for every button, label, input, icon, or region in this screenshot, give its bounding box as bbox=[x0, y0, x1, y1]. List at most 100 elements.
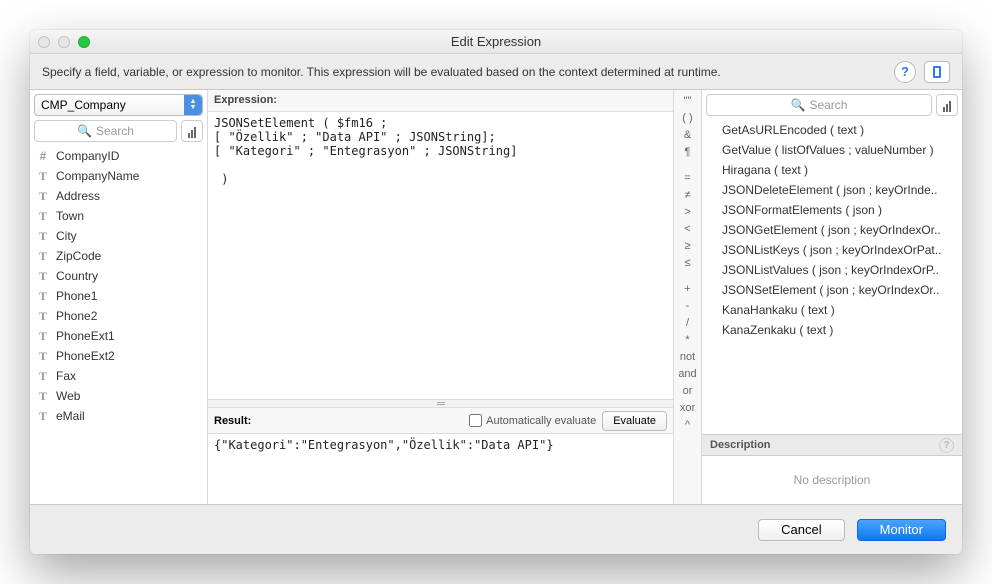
functions-list[interactable]: GetAsURLEncoded ( text )GetValue ( listO… bbox=[702, 120, 962, 434]
text-type-icon: T bbox=[36, 229, 50, 244]
help-button[interactable]: ? bbox=[894, 61, 916, 83]
text-type-icon: T bbox=[36, 249, 50, 264]
operator-button[interactable]: and bbox=[678, 367, 696, 381]
field-name: City bbox=[56, 229, 77, 243]
field-item[interactable]: TCompanyName bbox=[30, 166, 207, 186]
field-name: PhoneExt1 bbox=[56, 329, 115, 343]
operator-button[interactable]: ≤ bbox=[684, 256, 690, 270]
operator-button[interactable]: > bbox=[684, 205, 690, 219]
expression-textarea[interactable]: JSONSetElement ( $fm16 ; [ "Özellik" ; "… bbox=[208, 112, 673, 399]
field-name: Country bbox=[56, 269, 98, 283]
field-item[interactable]: TFax bbox=[30, 366, 207, 386]
text-type-icon: T bbox=[36, 349, 50, 364]
field-item[interactable]: T PhoneExt2 bbox=[30, 346, 207, 366]
fields-sort-button[interactable] bbox=[181, 120, 203, 142]
cancel-button[interactable]: Cancel bbox=[758, 519, 844, 541]
auto-evaluate-input[interactable] bbox=[469, 414, 482, 427]
description-help-icon[interactable]: ? bbox=[939, 438, 954, 453]
description-header: Description ? bbox=[702, 434, 962, 456]
function-item[interactable]: JSONGetElement ( json ; keyOrIndexOr.. bbox=[702, 220, 962, 240]
text-type-icon: T bbox=[36, 269, 50, 284]
search-icon: 🔍 bbox=[77, 124, 92, 138]
field-item[interactable]: TWeb bbox=[30, 386, 207, 406]
field-name: CompanyID bbox=[56, 149, 119, 163]
operator-button[interactable]: not bbox=[680, 350, 695, 364]
function-item[interactable]: JSONListKeys ( json ; keyOrIndexOrPat.. bbox=[702, 240, 962, 260]
field-item[interactable]: T PhoneExt1 bbox=[30, 326, 207, 346]
text-type-icon: T bbox=[36, 329, 50, 344]
result-header: Result: Automatically evaluate Evaluate bbox=[208, 408, 673, 434]
expression-label: Expression: bbox=[208, 90, 673, 112]
function-item[interactable]: KanaHankaku ( text ) bbox=[702, 300, 962, 320]
auto-evaluate-checkbox[interactable]: Automatically evaluate bbox=[469, 414, 596, 427]
fields-panel: CMP_Company ▲▼ 🔍 Search #CompanyIDTCompa… bbox=[30, 90, 208, 504]
field-name: Fax bbox=[56, 369, 76, 383]
operator-button[interactable]: - bbox=[686, 299, 690, 313]
operator-button[interactable]: & bbox=[684, 128, 691, 142]
operator-button[interactable]: ≥ bbox=[684, 239, 690, 253]
description-label: Description bbox=[710, 439, 771, 451]
function-item[interactable]: KanaZenkaku ( text ) bbox=[702, 320, 962, 340]
table-select[interactable]: CMP_Company ▲▼ bbox=[34, 94, 203, 116]
operator-button[interactable]: ≠ bbox=[684, 188, 690, 202]
field-name: ZipCode bbox=[56, 249, 101, 263]
operator-button[interactable]: / bbox=[686, 316, 689, 330]
function-item[interactable]: GetValue ( listOfValues ; valueNumber ) bbox=[702, 140, 962, 160]
field-item[interactable]: T ZipCode bbox=[30, 246, 207, 266]
field-item[interactable]: # CompanyID bbox=[30, 146, 207, 166]
result-label: Result: bbox=[214, 415, 251, 427]
function-item[interactable]: JSONListValues ( json ; keyOrIndexOrP.. bbox=[702, 260, 962, 280]
evaluate-button[interactable]: Evaluate bbox=[602, 411, 667, 431]
fields-search-input[interactable]: 🔍 Search bbox=[34, 120, 177, 142]
text-type-icon: T bbox=[36, 309, 50, 324]
operator-button[interactable]: ^ bbox=[685, 418, 690, 432]
toggle-panel-button[interactable] bbox=[924, 61, 950, 83]
operator-button[interactable]: ( ) bbox=[682, 111, 692, 125]
function-item[interactable]: Hiragana ( text ) bbox=[702, 160, 962, 180]
operator-button[interactable]: < bbox=[684, 222, 690, 236]
field-item[interactable]: T Address bbox=[30, 186, 207, 206]
text-type-icon: T bbox=[36, 289, 50, 304]
titlebar: Edit Expression bbox=[30, 30, 962, 54]
monitor-button[interactable]: Monitor bbox=[857, 519, 946, 541]
operator-button[interactable]: + bbox=[684, 282, 690, 296]
field-name: Phone1 bbox=[56, 289, 97, 303]
function-item[interactable]: JSONFormatElements ( json ) bbox=[702, 200, 962, 220]
field-name: Web bbox=[56, 389, 80, 403]
field-item[interactable]: TeMail bbox=[30, 406, 207, 426]
operator-button[interactable]: ¶ bbox=[685, 145, 691, 159]
functions-search-input[interactable]: 🔍 Search bbox=[706, 94, 932, 116]
fields-list[interactable]: #CompanyIDTCompanyNameTAddressTTownTCity… bbox=[30, 146, 207, 504]
text-type-icon: T bbox=[36, 409, 50, 424]
description-body: No description bbox=[702, 456, 962, 504]
operator-button[interactable]: "" bbox=[684, 94, 692, 108]
field-name: CompanyName bbox=[56, 169, 139, 183]
field-item[interactable]: T City bbox=[30, 226, 207, 246]
operator-button[interactable]: xor bbox=[680, 401, 695, 415]
field-item[interactable]: T Phone1 bbox=[30, 286, 207, 306]
expression-panel: Expression: JSONSetElement ( $fm16 ; [ "… bbox=[208, 90, 674, 504]
operator-button[interactable]: = bbox=[684, 171, 690, 185]
splitter-handle[interactable] bbox=[208, 399, 673, 408]
operator-button[interactable]: or bbox=[683, 384, 693, 398]
operator-button[interactable]: * bbox=[685, 333, 689, 347]
function-item[interactable]: JSONSetElement ( json ; keyOrIndexOr.. bbox=[702, 280, 962, 300]
field-name: Town bbox=[56, 209, 84, 223]
search-icon: 🔍 bbox=[791, 98, 806, 112]
function-item[interactable]: JSONDeleteElement ( json ; keyOrInde.. bbox=[702, 180, 962, 200]
function-item[interactable]: GetAsURLEncoded ( text ) bbox=[702, 120, 962, 140]
functions-sort-button[interactable] bbox=[936, 94, 958, 116]
text-type-icon: T bbox=[36, 189, 50, 204]
field-item[interactable]: TTown bbox=[30, 206, 207, 226]
operators-column: "" ( ) & ¶ = ≠ > < ≥ ≤ + - / * not and or xor ^ bbox=[674, 90, 702, 504]
auto-evaluate-label: Automatically evaluate bbox=[486, 415, 596, 427]
field-name: PhoneExt2 bbox=[56, 349, 115, 363]
result-textarea[interactable]: {"Kategori":"Entegrasyon","Özellik":"Dat… bbox=[208, 434, 673, 504]
field-name: Phone2 bbox=[56, 309, 97, 323]
field-item[interactable]: T Phone2 bbox=[30, 306, 207, 326]
table-select-value: CMP_Company bbox=[41, 98, 126, 112]
number-type-icon: # bbox=[36, 149, 50, 163]
field-name: eMail bbox=[56, 409, 85, 423]
field-name: Address bbox=[56, 189, 100, 203]
field-item[interactable]: T Country bbox=[30, 266, 207, 286]
